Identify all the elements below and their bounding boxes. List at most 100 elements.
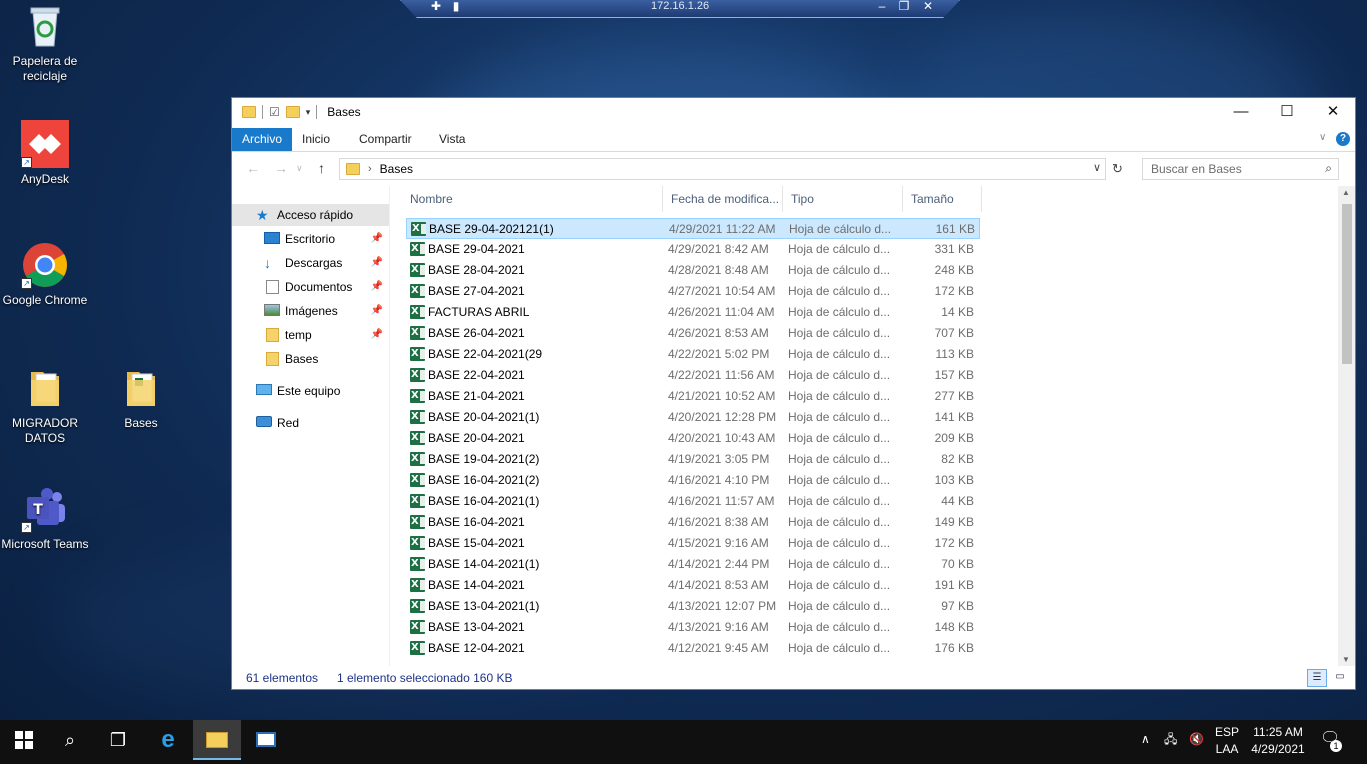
pin-icon[interactable]: 📌 (371, 324, 383, 346)
file-row[interactable]: BASE 22-04-2021(29 4/22/2021 5:02 PM Hoja … (406, 344, 980, 365)
start-button[interactable] (0, 720, 48, 760)
scroll-thumb[interactable] (1342, 204, 1352, 364)
refresh-icon[interactable]: ↻ (1112, 161, 1123, 177)
nav-item-quick-access[interactable]: ★ Acceso rápido (232, 204, 389, 226)
address-bar[interactable]: › Bases ∨ (339, 158, 1106, 180)
nav-item-bases[interactable]: Bases (232, 348, 389, 370)
sort-indicator-icon: ˇ (719, 186, 722, 191)
file-row[interactable]: BASE 29-04-202121(1) 4/29/2021 11:22 AM Ho… (406, 218, 980, 239)
notifications-button[interactable]: 🗨 1 (1320, 730, 1342, 752)
maximize-button[interactable]: ☐ (1264, 98, 1310, 128)
nav-item-este-equipo[interactable]: Este equipo (232, 380, 389, 402)
input-language[interactable]: ESP LAA (1212, 724, 1242, 758)
column-separator[interactable] (902, 186, 903, 212)
file-row[interactable]: BASE 16-04-2021 4/16/2021 8:38 AM Hoja de … (406, 512, 980, 533)
file-row[interactable]: BASE 22-04-2021 4/22/2021 11:56 AM Hoja de… (406, 365, 980, 386)
file-type: Hoja de cálculo d... (788, 473, 891, 487)
file-row[interactable]: BASE 14-04-2021(1) 4/14/2021 2:44 PM Hoja … (406, 554, 980, 575)
column-separator[interactable] (662, 186, 663, 212)
tab-inicio[interactable]: Inicio (292, 128, 340, 151)
properties-icon[interactable]: ☑ (269, 105, 280, 119)
nav-item-temp[interactable]: temp 📌 (232, 324, 389, 346)
close-button[interactable]: ✕ (1310, 98, 1356, 128)
search-icon[interactable]: ⌕ (46, 720, 94, 760)
nav-item-escritorio[interactable]: Escritorio 📌 (232, 228, 389, 250)
pin-icon[interactable]: 📌 (371, 228, 383, 250)
breadcrumb-bases[interactable]: Bases (380, 162, 413, 176)
desktop-icon-migrador-datos[interactable]: MIGRADOR DATOS (0, 364, 90, 446)
desktop-icon-chrome[interactable]: ↗ Google Chrome (0, 241, 90, 308)
minimize-button[interactable]: — (1218, 98, 1264, 128)
file-row[interactable]: FACTURAS ABRIL 4/26/2021 11:04 AM Hoja de … (406, 302, 980, 323)
file-row[interactable]: BASE 14-04-2021 4/14/2021 8:53 AM Hoja de … (406, 575, 980, 596)
file-row[interactable]: BASE 13-04-2021 4/13/2021 9:16 AM Hoja de … (406, 617, 980, 638)
rd-close-button[interactable]: ✕ (921, 0, 935, 13)
file-date: 4/22/2021 5:02 PM (668, 347, 770, 361)
file-row[interactable]: BASE 27-04-2021 4/27/2021 10:54 AM Hoja de… (406, 281, 980, 302)
file-row[interactable]: BASE 19-04-2021(2) 4/19/2021 3:05 PM Hoja … (406, 449, 980, 470)
nav-item-imagenes[interactable]: Imágenes 📌 (232, 300, 389, 322)
file-row[interactable]: BASE 20-04-2021 4/20/2021 10:43 AM Hoja de… (406, 428, 980, 449)
search-input[interactable]: Buscar en Bases ⌕ (1142, 158, 1339, 180)
recent-locations-icon[interactable]: ∨ (296, 163, 303, 174)
desktop-icon-label: MIGRADOR DATOS (12, 416, 78, 445)
file-date: 4/26/2021 8:53 AM (668, 326, 769, 340)
file-row[interactable]: BASE 15-04-2021 4/15/2021 9:16 AM Hoja de … (406, 533, 980, 554)
rd-minimize-button[interactable]: – (875, 0, 889, 13)
pane-divider[interactable] (389, 186, 390, 666)
column-separator[interactable] (782, 186, 783, 212)
nav-item-documentos[interactable]: Documentos 📌 (232, 276, 389, 298)
new-folder-icon[interactable] (285, 106, 300, 118)
nav-item-red[interactable]: Red (232, 412, 389, 434)
forward-arrow-icon[interactable]: → (274, 160, 288, 176)
server-manager-icon[interactable] (242, 720, 290, 760)
file-row[interactable]: BASE 20-04-2021(1) 4/20/2021 12:28 PM Hoja… (406, 407, 980, 428)
tab-archivo[interactable]: Archivo (232, 128, 293, 151)
desktop-icon-bases[interactable]: Bases (96, 364, 186, 431)
file-row[interactable]: BASE 16-04-2021(2) 4/16/2021 4:10 PM Hoja … (406, 470, 980, 491)
internet-explorer-icon[interactable]: e (144, 720, 192, 760)
column-header-name[interactable]: Nombre (406, 186, 662, 212)
file-explorer-icon[interactable] (193, 720, 241, 760)
large-icons-view-icon[interactable]: ▭ (1330, 669, 1350, 687)
vertical-scrollbar[interactable]: ▲ ▼ (1338, 186, 1355, 666)
column-header-size[interactable]: Tamaño (907, 186, 977, 212)
back-arrow-icon[interactable]: ← (246, 160, 260, 176)
signal-icon: ▮ (452, 0, 460, 13)
volume-muted-icon[interactable]: 🔇 (1189, 731, 1204, 748)
file-row[interactable]: BASE 13-04-2021(1) 4/13/2021 12:07 PM Hoja… (406, 596, 980, 617)
desktop-icon-teams[interactable]: T ↗ Microsoft Teams (0, 485, 90, 552)
pin-icon[interactable]: 📌 (371, 276, 383, 298)
file-row[interactable]: BASE 29-04-2021 4/29/2021 8:42 AM Hoja de … (406, 239, 980, 260)
folder-icon (266, 328, 279, 342)
address-dropdown-icon[interactable]: ∨ (1093, 161, 1101, 174)
scroll-up-icon[interactable]: ▲ (1342, 188, 1350, 197)
desktop-icon-recycle-bin[interactable]: Papelera de reciclaje (0, 2, 90, 84)
expand-ribbon-icon[interactable]: ∨ (1319, 132, 1326, 143)
column-header-type[interactable]: Tipo (787, 186, 897, 212)
up-arrow-icon[interactable]: ↑ (318, 160, 325, 176)
file-row[interactable]: BASE 26-04-2021 4/26/2021 8:53 AM Hoja de … (406, 323, 980, 344)
help-icon[interactable]: ? (1336, 132, 1350, 146)
column-separator[interactable] (981, 186, 982, 212)
network-icon[interactable]: 🖧 (1164, 731, 1177, 748)
column-header-date[interactable]: Fecha de modifica... (667, 186, 785, 212)
chevron-down-icon[interactable]: ▾ (306, 107, 311, 118)
scroll-down-icon[interactable]: ▼ (1342, 655, 1350, 664)
nav-item-descargas[interactable]: ↓ Descargas 📌 (232, 252, 389, 274)
tab-compartir[interactable]: Compartir (349, 128, 422, 151)
file-row[interactable]: BASE 16-04-2021(1) 4/16/2021 11:57 AM Hoja… (406, 491, 980, 512)
rd-restore-button[interactable]: ❐ (897, 0, 911, 13)
clock[interactable]: 11:25 AM 4/29/2021 (1247, 724, 1309, 758)
pin-icon[interactable]: 📌 (371, 300, 383, 322)
show-hidden-icons-icon[interactable]: ∧ (1141, 731, 1150, 748)
desktop-icon-anydesk[interactable]: ↗ AnyDesk (0, 120, 90, 187)
file-row[interactable]: BASE 12-04-2021 4/12/2021 9:45 AM Hoja de … (406, 638, 980, 659)
details-view-icon[interactable]: ☰ (1307, 669, 1327, 687)
pin-icon[interactable]: 📌 (371, 252, 383, 274)
file-row[interactable]: BASE 21-04-2021 4/21/2021 10:52 AM Hoja de… (406, 386, 980, 407)
file-row[interactable]: BASE 28-04-2021 4/28/2021 8:48 AM Hoja de … (406, 260, 980, 281)
tab-vista[interactable]: Vista (429, 128, 475, 151)
pin-icon[interactable]: ✚ (429, 0, 443, 13)
task-view-icon[interactable]: ❐ (94, 720, 142, 760)
